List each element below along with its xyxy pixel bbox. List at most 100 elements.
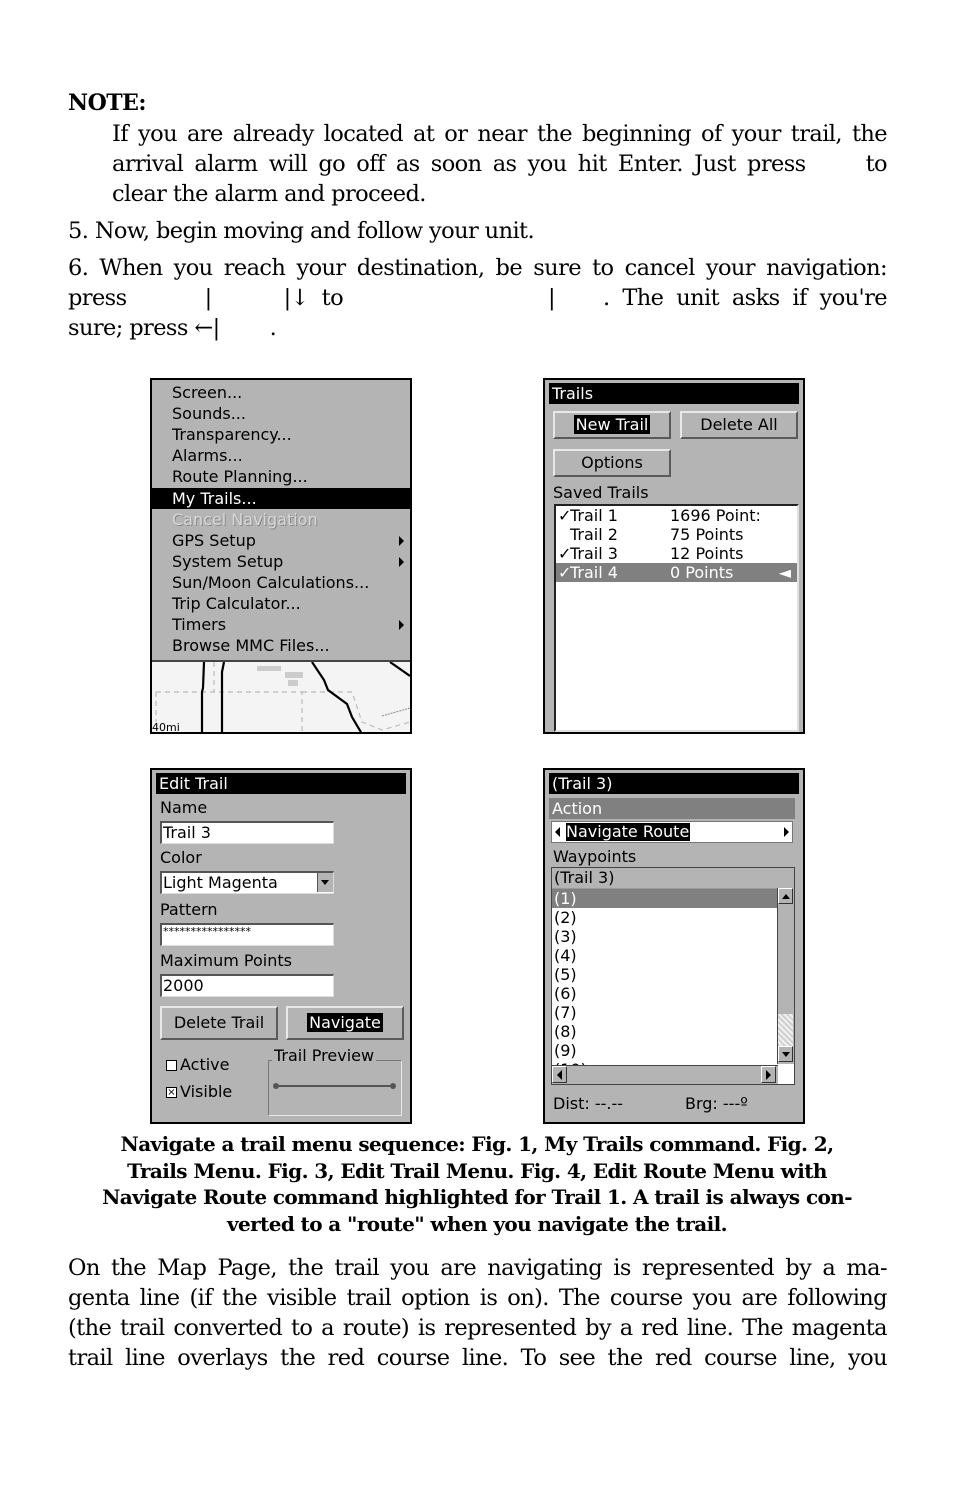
trail-name: Trail 4 xyxy=(570,563,618,582)
new-trail-button[interactable]: New Trail xyxy=(553,411,671,439)
menu-item[interactable]: Transparency... xyxy=(152,424,410,445)
waypoint-row[interactable]: (7) xyxy=(552,1003,780,1022)
waypoint-row[interactable]: (2) xyxy=(552,908,780,927)
trail-row[interactable]: ✓ Trail 3 12 Points xyxy=(556,544,797,563)
caption-line-3: Navigate Route command highlighted for T… xyxy=(102,1185,852,1209)
trail-name: Trail 1 xyxy=(570,506,618,525)
submenu-arrow-icon xyxy=(399,620,404,631)
scroll-left-button[interactable] xyxy=(552,1066,567,1083)
color-select[interactable]: Light Magenta xyxy=(160,871,334,894)
trail-points: 12 Points xyxy=(670,544,744,563)
menu-item[interactable]: System Setup xyxy=(152,551,410,572)
horizontal-scrollbar[interactable] xyxy=(552,1065,778,1084)
left-arrow-icon[interactable] xyxy=(555,827,560,837)
trail-points: 1696 Point: xyxy=(670,506,761,525)
saved-trails-label: Saved Trails xyxy=(553,483,649,502)
action-value: Navigate Route xyxy=(566,822,691,841)
body-line-4: trail line overlays the red course line.… xyxy=(68,1345,888,1371)
left-arrow-icon xyxy=(557,1070,562,1080)
menu-item[interactable]: My Trails... xyxy=(152,487,410,509)
submenu-arrow-icon xyxy=(399,556,404,567)
note-label: NOTE: xyxy=(68,90,147,116)
saved-trails-list[interactable]: ✓ Trail 1 1696 Point: Trail 2 75 Points ✓ Trai… xyxy=(554,504,799,732)
step-6-line-2: press | |↓ to | . The unit asks if you're xyxy=(68,283,888,313)
step-6: 6. When you reach your destination, be s… xyxy=(68,253,888,343)
fig2-trails-screen: Trails New Trail Delete All Options Save… xyxy=(543,378,805,734)
menu-item[interactable]: Route Planning... xyxy=(152,466,410,487)
settings-menu: Screen... Sounds... Transparency... Alarms.… xyxy=(152,380,410,662)
scroll-thumb[interactable] xyxy=(778,1014,793,1046)
note-line-2-text: arrival alarm will go off as soon as you… xyxy=(112,151,806,177)
menu-item[interactable]: GPS Setup xyxy=(152,530,410,551)
waypoints-label: Waypoints xyxy=(553,847,637,866)
waypoint-row[interactable]: (3) xyxy=(552,927,780,946)
menu-item[interactable]: Timers xyxy=(152,614,410,635)
edit-trail-title: Edit Trail xyxy=(156,773,406,794)
body-line-1: On the Map Page, the trail you are navig… xyxy=(68,1255,888,1281)
pattern-field[interactable]: **************** xyxy=(160,923,334,946)
step6-period: . xyxy=(269,315,277,341)
menu-item[interactable]: Browse MMC Files... xyxy=(152,635,410,656)
scroll-right-button[interactable] xyxy=(761,1066,776,1083)
scroll-down-button[interactable] xyxy=(778,1046,793,1062)
step-6-line-1: 6. When you reach your destination, be s… xyxy=(68,255,888,281)
trail-row[interactable]: Trail 2 75 Points xyxy=(556,525,797,544)
up-arrow-icon xyxy=(782,894,790,899)
waypoint-row[interactable]: (8) xyxy=(552,1022,780,1041)
body-line-2: genta line (if the visible trail option … xyxy=(68,1285,888,1311)
waypoints-list-header: (Trail 3) xyxy=(552,868,794,889)
caption-line-1: Navigate a trail menu sequence: Fig. 1, … xyxy=(120,1132,835,1156)
waypoint-row[interactable]: (1) xyxy=(552,889,780,908)
trails-title: Trails xyxy=(549,383,799,404)
action-label: Action xyxy=(549,798,795,819)
menu-item[interactable]: Trip Calculator... xyxy=(152,593,410,614)
step-5: 5. Now, begin moving and follow your uni… xyxy=(68,218,535,244)
navigate-button[interactable]: Navigate xyxy=(286,1006,404,1040)
active-label: Active xyxy=(180,1055,230,1074)
scroll-up-button[interactable] xyxy=(778,888,793,904)
name-field[interactable]: Trail 3 xyxy=(160,821,334,844)
trail-points: 75 Points xyxy=(670,525,744,544)
step6-sep1: | xyxy=(204,285,213,311)
trail-row[interactable]: ✓ Trail 40 Points ◄ xyxy=(556,563,797,582)
step6-press: press xyxy=(68,285,127,311)
visible-checkbox[interactable]: × xyxy=(166,1087,177,1098)
route-title: (Trail 3) xyxy=(549,773,799,794)
body-line-3: (the trail converted to a route) is repr… xyxy=(68,1315,888,1341)
waypoints-list[interactable]: (Trail 3) (1)(2)(3)(4)(5)(6)(7)(8)(9)(10… xyxy=(551,867,795,1085)
menu-item[interactable]: Screen... xyxy=(152,382,410,403)
right-arrow-icon xyxy=(766,1070,771,1080)
max-points-field[interactable]: 2000 xyxy=(160,974,334,997)
visible-label: Visible xyxy=(180,1082,233,1101)
action-selector[interactable]: Navigate Route xyxy=(551,821,793,843)
waypoint-row[interactable]: (4) xyxy=(552,946,780,965)
menu-item[interactable]: Alarms... xyxy=(152,445,410,466)
trail-preview-label: Trail Preview xyxy=(272,1046,377,1065)
map-view[interactable]: 40mi xyxy=(152,661,410,732)
max-points-label: Maximum Points xyxy=(160,951,292,970)
step6-down-to: |↓ to xyxy=(283,285,344,311)
chevron-down-icon[interactable] xyxy=(317,873,333,892)
waypoint-row[interactable]: (6) xyxy=(552,984,780,1003)
menu-item[interactable]: Sun/Moon Calculations... xyxy=(152,572,410,593)
delete-all-button[interactable]: Delete All xyxy=(680,411,798,439)
bearing-readout: Brg: ---º xyxy=(685,1094,748,1113)
submenu-arrow-icon xyxy=(399,535,404,546)
note-line-1: If you are already located at or near th… xyxy=(112,121,888,147)
waypoint-row[interactable]: (9) xyxy=(552,1041,780,1060)
delete-trail-button[interactable]: Delete Trail xyxy=(160,1006,278,1040)
menu-item[interactable]: Sounds... xyxy=(152,403,410,424)
color-label: Color xyxy=(160,848,202,867)
fig1-settings-menu-screen: Screen... Sounds... Transparency... Alarms.… xyxy=(150,378,412,734)
trail-row[interactable]: ✓ Trail 1 1696 Point: xyxy=(556,506,797,525)
body-paragraph: On the Map Page, the trail you are navig… xyxy=(68,1253,888,1373)
note-line-3: clear the alarm and proceed. xyxy=(112,181,426,207)
vertical-scrollbar[interactable] xyxy=(777,888,794,1064)
waypoint-row[interactable]: (5) xyxy=(552,965,780,984)
trail-points: 0 Points xyxy=(670,563,734,582)
right-arrow-icon[interactable] xyxy=(784,827,789,837)
active-checkbox[interactable] xyxy=(166,1060,177,1071)
navigate-label: Navigate xyxy=(307,1013,383,1032)
caption-line-4: verted to a "route" when you navigate th… xyxy=(226,1211,728,1236)
options-button[interactable]: Options xyxy=(553,449,671,477)
